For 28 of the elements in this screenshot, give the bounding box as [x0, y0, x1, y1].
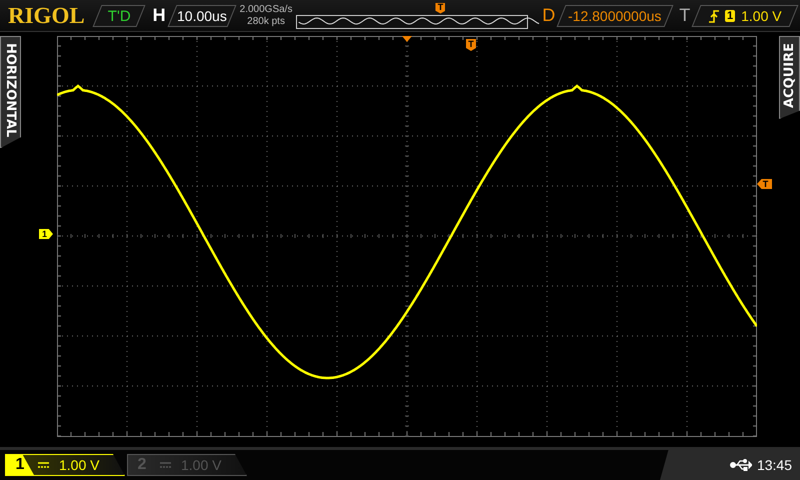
channel-scale: 1.00 V: [59, 457, 100, 473]
channel-number: 1: [6, 455, 34, 475]
run-status[interactable]: T'D: [92, 4, 146, 26]
channel-offset-marker[interactable]: 1: [39, 229, 53, 239]
sample-rate: 2.000GSa/s: [240, 4, 292, 16]
side-menu-tab[interactable]: HORIZONTAL: [0, 36, 21, 148]
usb-icon: [730, 459, 752, 471]
trigger-position-marker: T: [466, 39, 476, 51]
timebase-value[interactable]: 10.00us: [167, 4, 236, 26]
trigger-time-marker: [402, 36, 412, 42]
delay-label: D: [542, 5, 556, 26]
trigger-level: 1.00 V: [740, 8, 782, 24]
trigger-source: 1: [724, 10, 735, 22]
channel-scale: 1.00 V: [181, 457, 222, 473]
side-menu-tab[interactable]: ACQUIRE: [779, 36, 800, 119]
clock-time: 13:45: [756, 457, 792, 473]
dc-coupling-icon: [160, 462, 171, 468]
trigger-level-marker[interactable]: T: [757, 179, 772, 189]
channel-tab[interactable]: 1 1.00 V: [5, 454, 125, 476]
trigger-label: T: [679, 5, 690, 26]
brand-logo: RIGOL: [8, 2, 85, 28]
rising-edge-icon: [708, 9, 719, 22]
memory-depth: 280k pts: [247, 16, 285, 28]
trigger-settings[interactable]: 1 1.00 V: [692, 4, 798, 26]
dc-coupling-icon: [38, 462, 49, 468]
delay-value[interactable]: -12.8000000us: [556, 4, 674, 26]
trigger-position-marker: T: [435, 2, 446, 14]
timebase-label: H: [152, 5, 166, 26]
